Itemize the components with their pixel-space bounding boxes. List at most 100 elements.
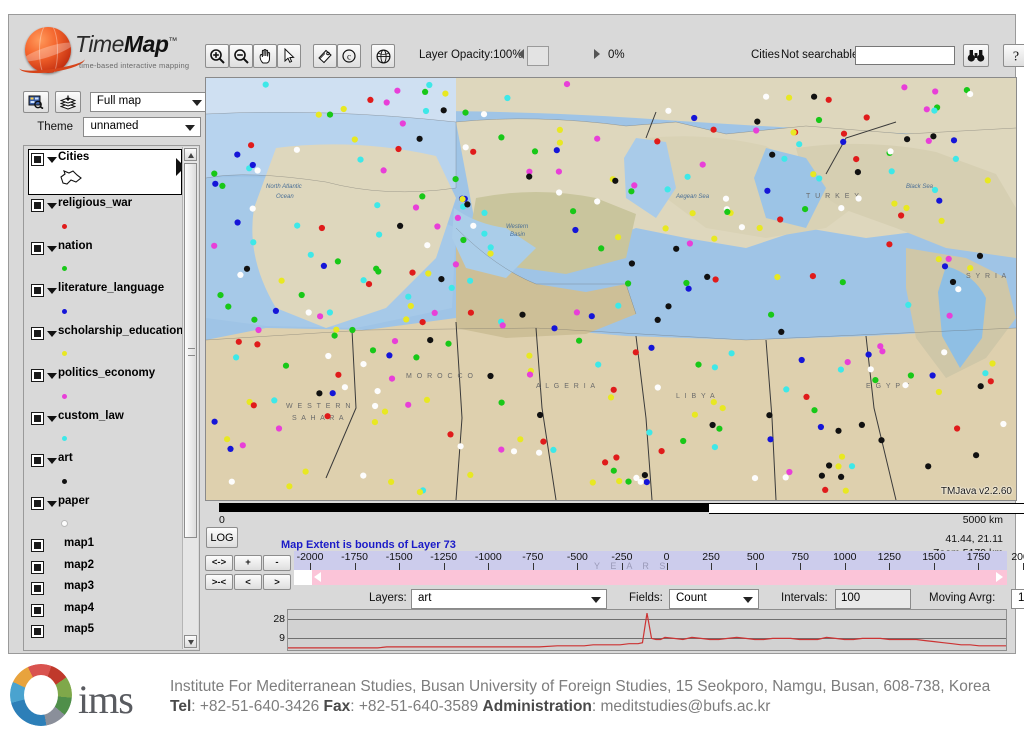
search-input[interactable] [855,46,955,65]
timeline-slider[interactable]: Y E A R S -2000 -1750 -1500 -1250 -1000 -750-… [294,551,1024,585]
layer-item-scholarship_education[interactable]: scholarship_education [24,324,184,346]
layer-list: Cities religious_warnation literature_lang… [24,146,185,650]
layer-legend-swatch [24,430,184,451]
layer-item-art[interactable]: art [24,451,184,473]
layer-list-panel[interactable]: Cities religious_warnation literature_lang… [23,145,200,651]
chevron-down-icon[interactable] [47,203,57,209]
layer-visibility-checkbox[interactable] [31,625,44,638]
footer-tel-label: Tel [170,698,192,715]
layer-item-map5[interactable]: map5 [24,622,184,644]
footer-contact: Tel: +82-51-640-3426 Fax: +82-51-640-358… [170,698,770,716]
layer-visibility-checkbox[interactable] [31,326,44,340]
timeline-nav--button[interactable]: + [234,554,262,571]
layer-visibility-checkbox[interactable] [31,539,44,552]
binoculars-icon[interactable] [963,44,989,67]
timeline-nav--button[interactable]: - [263,554,291,571]
timeline-tick-mark [399,563,401,570]
copyright-icon[interactable]: c [337,44,361,68]
timeline-nav--button[interactable]: <-> [205,554,233,571]
chart-fields-dropdown[interactable]: Count [669,589,759,609]
layer-item-politics_economy[interactable]: politics_economy [24,366,184,388]
layer-name: Cities [58,151,90,163]
timeline-nav--button[interactable]: < [234,574,262,590]
layer-item-cities[interactable]: Cities [24,150,184,172]
layer-item-religious_war[interactable]: religious_war [24,196,184,218]
footer-fax-label: Fax [323,698,351,715]
log-button[interactable]: LOG [206,527,238,548]
timeline-tick-mark [978,563,980,570]
map-scale-bar [205,503,1024,514]
chevron-down-icon[interactable] [47,245,57,252]
chevron-down-icon[interactable] [47,373,57,379]
timeline-tick-label: -750 [522,551,544,563]
help-question-icon[interactable]: ? [1003,44,1024,67]
scroll-down-arrow[interactable] [184,635,197,648]
map-data-points [211,81,1007,496]
label-tag-icon[interactable] [313,44,337,68]
theme-dropdown[interactable]: unnamed [83,117,202,137]
chevron-down-icon[interactable] [47,288,57,294]
layer-name: scholarship_education [58,324,184,337]
scroll-up-arrow[interactable] [184,148,197,161]
opacity-decrease-arrow[interactable] [518,49,524,59]
timeline-handle-left[interactable] [314,572,321,582]
map-search-icon[interactable] [23,91,49,113]
chart-fields-label: Fields: [629,592,663,604]
chart-moving-avg-dropdown[interactable]: 1 [1011,589,1024,609]
layer-visibility-checkbox[interactable] [31,241,44,255]
chevron-down-icon[interactable] [47,157,57,163]
chevron-down-icon[interactable] [47,500,57,507]
zoom-in-icon[interactable] [205,44,229,68]
map-select-dropdown[interactable]: Full map [89,92,208,112]
chevron-down-icon[interactable] [47,330,57,337]
timeline-tick-mark [800,563,802,570]
layer-item-map3[interactable]: map3 [24,579,184,601]
chart-layers-dropdown[interactable]: art [411,589,607,609]
arrow-select-icon[interactable] [277,44,301,68]
layer-stack-icon[interactable] [55,91,82,113]
layer-visibility-checkbox[interactable] [31,560,44,574]
timeline-nav--button[interactable]: >-< [205,574,233,590]
layer-item-map2[interactable]: map2 [24,558,184,580]
layer-list-scrollbar[interactable] [182,147,198,649]
ims-wordmark: ims [78,677,134,722]
timeline-range-selection[interactable] [312,570,1007,585]
layer-item-map1[interactable]: map1 [24,536,184,558]
chevron-down-icon[interactable] [47,415,57,422]
timeline-tick-label: -1750 [341,551,368,563]
time-series-chart[interactable] [287,609,1007,651]
chart-intervals-label: Intervals: [781,592,828,604]
timeline-tick-label: 1250 [877,551,901,563]
layer-visibility-checkbox[interactable] [31,153,44,166]
layer-visibility-checkbox[interactable] [31,603,44,617]
timeline-tick-label: -1000 [474,551,502,563]
layer-item-paper[interactable]: paper [24,494,184,516]
layer-visibility-checkbox[interactable] [31,496,44,510]
layer-name: map2 [64,558,95,571]
chart-intervals-input[interactable]: 100 [835,589,911,609]
layer-visibility-checkbox[interactable] [31,199,44,212]
coordinates-readout: 41.44, 21.11 [945,533,1003,545]
scrollbar-thumb[interactable] [184,163,197,538]
layer-visibility-checkbox[interactable] [31,411,44,425]
layer-visibility-checkbox[interactable] [31,582,44,595]
opacity-slider[interactable] [527,46,549,66]
layer-item-custom_law[interactable]: custom_law [24,409,184,431]
map-watermark: TMJava v2.2.60 [940,486,1012,497]
layer-item-map4[interactable]: map4 [24,601,184,623]
chevron-down-icon[interactable] [47,458,57,464]
layer-visibility-checkbox[interactable] [31,454,44,467]
globe-icon[interactable] [371,44,395,68]
map-canvas[interactable]: W E S T E R NS A H A R A M O R O C C O A… [205,77,1017,501]
map-extent-label: Map Extent is bounds of Layer 73 [281,539,456,551]
zoom-out-icon[interactable] [229,44,253,68]
layer-item-literature_language[interactable]: literature_language [24,281,184,303]
layer-visibility-checkbox[interactable] [31,284,44,297]
layer-item-nation[interactable]: nation [24,239,184,261]
opacity-increase-arrow[interactable] [594,49,600,59]
timeline-nav--button[interactable]: > [263,574,291,590]
layer-visibility-checkbox[interactable] [31,369,44,382]
hand-pan-icon[interactable] [253,44,277,68]
svg-text:c: c [347,51,351,61]
timeline-handle-right[interactable] [996,572,1003,582]
